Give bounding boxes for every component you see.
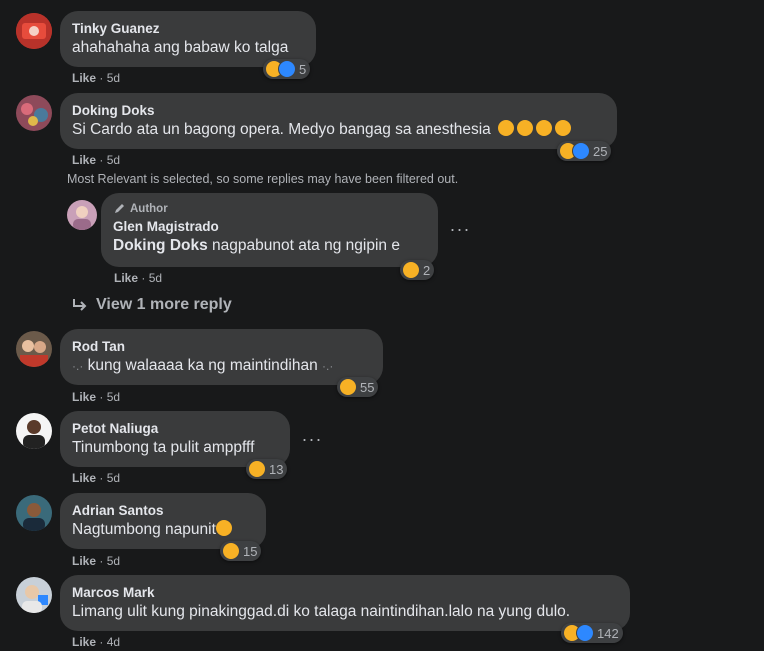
commenter-name[interactable]: Adrian Santos	[72, 502, 254, 519]
commenter-name[interactable]: Marcos Mark	[72, 584, 618, 601]
like-button[interactable]: Like	[72, 471, 96, 485]
reaction-summary[interactable]: 25	[557, 141, 612, 161]
emoji-icon	[498, 120, 515, 136]
reaction-summary[interactable]: 142	[561, 623, 623, 643]
more-options-icon[interactable]: ···	[297, 430, 327, 454]
reaction-count: 15	[243, 543, 258, 559]
emoji-icon	[555, 120, 572, 136]
more-options-icon[interactable]: ···	[445, 220, 475, 244]
comment-actions: Like · 5d	[72, 471, 121, 485]
timestamp[interactable]: 5d	[107, 71, 120, 85]
like-button[interactable]: Like	[72, 554, 96, 568]
avatar[interactable]	[16, 331, 52, 367]
timestamp[interactable]: 5d	[107, 471, 120, 485]
reaction-count: 55	[360, 379, 375, 395]
comment-text-content: kung walaaaa ka ng maintindihan	[87, 357, 318, 374]
filter-note: Most Relevant is selected, so some repli…	[67, 172, 459, 186]
comment-bubble: Marcos Mark Limang ulit kung pinakinggad…	[60, 575, 630, 631]
comment-text-content: Si Cardo ata un bagong opera. Medyo bang…	[72, 121, 491, 138]
comment-text: Nagtumbong napunit	[72, 519, 254, 540]
reaction-count: 5	[299, 61, 307, 77]
reaction-summary[interactable]: 2	[400, 260, 435, 280]
like-reaction-icon	[576, 624, 594, 642]
comment-text: ahahahaha ang babaw ko talga	[72, 39, 289, 56]
view-more-label: View 1 more reply	[96, 296, 232, 313]
timestamp[interactable]: 4d	[107, 635, 120, 649]
timestamp[interactable]: 5d	[107, 390, 120, 404]
avatar[interactable]	[67, 200, 97, 230]
reply-text: Doking Doks nagpabunot ata ng ngipin e	[113, 235, 426, 256]
reply-arrow-icon	[73, 299, 87, 311]
haha-reaction-icon	[222, 542, 240, 560]
reaction-count: 13	[269, 461, 284, 477]
like-button[interactable]: Like	[114, 271, 138, 285]
reaction-count: 2	[423, 262, 431, 278]
timestamp[interactable]: 5d	[107, 153, 120, 167]
haha-reaction-icon	[339, 378, 357, 396]
commenter-name[interactable]: Tinky Guanez	[72, 20, 304, 37]
reaction-count: 142	[597, 625, 619, 641]
comment-text: Tinumbong ta pulit amppfff	[72, 439, 255, 456]
emoji-icon	[517, 120, 534, 136]
sparkle-icon: ·.·	[72, 359, 84, 373]
like-button[interactable]: Like	[72, 635, 96, 649]
reaction-summary[interactable]: 5	[263, 59, 311, 79]
comment-text-content: Nagtumbong napunit	[72, 521, 216, 538]
sparkle-icon: ·.·	[322, 359, 334, 373]
timestamp[interactable]: 5d	[149, 271, 162, 285]
haha-reaction-icon	[248, 460, 266, 478]
like-reaction-icon	[572, 142, 590, 160]
comment-bubble: Doking Doks Si Cardo ata un bagong opera…	[60, 93, 617, 149]
reply-bubble: Author Glen Magistrado Doking Doks nagpa…	[101, 193, 438, 267]
author-badge-label: Author	[130, 203, 168, 215]
comment-actions: Like · 5d	[114, 271, 163, 285]
like-button[interactable]: Like	[72, 71, 96, 85]
reaction-summary[interactable]: 55	[337, 377, 379, 397]
comment-text: ·.· kung walaaaa ka ng maintindihan ·.·	[72, 355, 371, 377]
like-button[interactable]: Like	[72, 390, 96, 404]
comment-bubble: Rod Tan ·.· kung walaaaa ka ng maintindi…	[60, 329, 383, 385]
comment-actions: Like · 5d	[72, 71, 121, 85]
comment-actions: Like · 5d	[72, 390, 121, 404]
commenter-name[interactable]: Rod Tan	[72, 338, 371, 355]
reaction-count: 25	[593, 143, 608, 159]
comment-text: Limang ulit kung pinakinggad.di ko talag…	[72, 603, 571, 620]
comment-actions: Like · 5d	[72, 153, 121, 167]
comment-actions: Like · 5d	[72, 554, 121, 568]
reaction-summary[interactable]: 15	[220, 541, 262, 561]
commenter-name[interactable]: Glen Magistrado	[113, 218, 426, 235]
commenter-name[interactable]: Doking Doks	[72, 102, 605, 119]
haha-reaction-icon	[402, 261, 420, 279]
timestamp[interactable]: 5d	[107, 554, 120, 568]
author-badge: Author	[113, 202, 426, 216]
like-reaction-icon	[278, 60, 296, 78]
comment-text: Si Cardo ata un bagong opera. Medyo bang…	[72, 119, 605, 140]
view-more-replies-link[interactable]: View 1 more reply	[72, 296, 232, 314]
mention-link[interactable]: Doking Doks	[113, 237, 208, 254]
avatar[interactable]	[16, 95, 52, 131]
like-button[interactable]: Like	[72, 153, 96, 167]
emoji-icon	[536, 120, 553, 136]
comment-actions: Like · 4d	[72, 635, 121, 649]
commenter-name[interactable]: Petot Naliuga	[72, 420, 278, 437]
avatar[interactable]	[16, 413, 52, 449]
pencil-icon	[115, 204, 124, 213]
avatar[interactable]	[16, 495, 52, 531]
avatar[interactable]	[16, 577, 52, 613]
reaction-summary[interactable]: 13	[246, 459, 288, 479]
reply-text-content: nagpabunot ata ng ngipin e	[212, 237, 400, 254]
avatar[interactable]	[16, 13, 52, 49]
emoji-icon	[215, 520, 232, 536]
